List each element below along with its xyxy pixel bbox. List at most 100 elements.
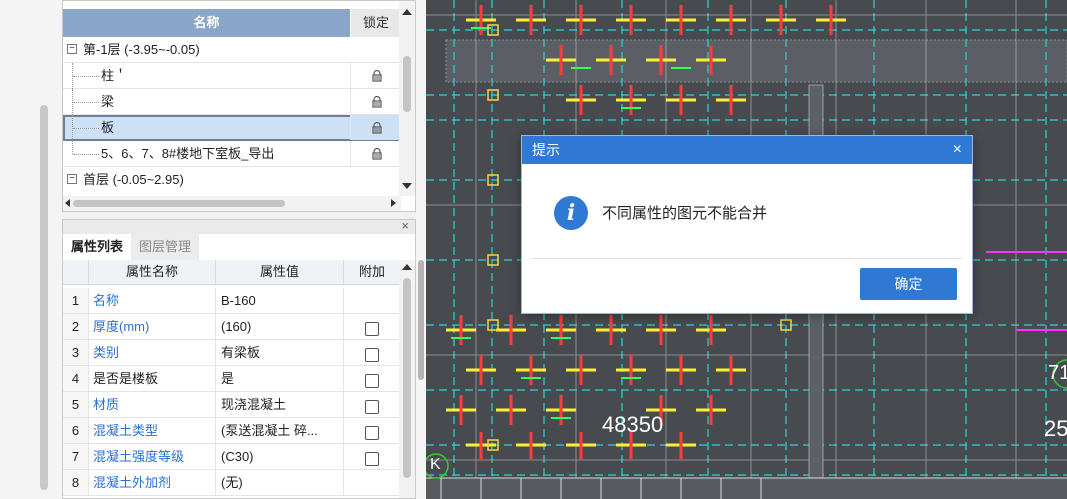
message-dialog: 提示 × i 不同属性的图元不能合并 确定: [521, 135, 973, 314]
tree-vertical-scrollbar[interactable]: [399, 1, 415, 196]
table-row[interactable]: 6 混凝土类型 (泵送混凝土 碎...: [63, 418, 401, 444]
row-number: 4: [63, 366, 89, 391]
property-value[interactable]: (无): [216, 470, 344, 495]
scroll-right-icon[interactable]: [391, 199, 396, 207]
scroll-thumb[interactable]: [403, 278, 411, 478]
table-row[interactable]: 3 类别 有梁板: [63, 340, 401, 366]
lock-icon: [371, 95, 382, 108]
panel-splitter[interactable]: [416, 0, 426, 499]
property-value[interactable]: 有梁板: [216, 340, 344, 365]
axis-label: K: [430, 456, 441, 473]
property-value[interactable]: B-160: [216, 288, 344, 313]
tree-row-column[interactable]: 柱＇: [63, 63, 401, 89]
extra-checkbox[interactable]: [365, 348, 379, 362]
scroll-thumb[interactable]: [73, 200, 285, 207]
property-name: 是否是楼板: [89, 366, 216, 391]
tree-row-label: 板: [101, 120, 115, 135]
row-number: 8: [63, 470, 89, 495]
tree-row-exported-slab[interactable]: 5、6、7、8#楼地下室板_导出: [63, 141, 401, 167]
column-header-property-value[interactable]: 属性值: [216, 260, 344, 284]
extra-checkbox[interactable]: [365, 426, 379, 440]
tab-property-list[interactable]: 属性列表: [63, 234, 132, 260]
property-name: 混凝土强度等级: [89, 444, 216, 469]
layer-tree-header: 名称 锁定: [63, 9, 401, 37]
property-grid-header: 属性名称 属性值 附加: [63, 260, 401, 285]
extra-checkbox[interactable]: [365, 400, 379, 414]
scroll-up-icon[interactable]: [402, 264, 412, 270]
lock-toggle[interactable]: [350, 63, 402, 88]
property-name: 名称: [89, 288, 216, 313]
table-row[interactable]: 8 混凝土外加剂 (无): [63, 470, 401, 496]
dialog-divider: [532, 258, 962, 259]
property-value[interactable]: (C30): [216, 444, 344, 469]
tree-row-floor-b1[interactable]: − 第-1层 (-3.95~-0.05): [63, 37, 401, 63]
extra-checkbox[interactable]: [365, 374, 379, 388]
extra-checkbox[interactable]: [365, 452, 379, 466]
property-panel: × 属性列表 图层管理 属性名称 属性值 附加 1 名称 B-160 2 厚度(…: [62, 219, 416, 499]
layer-tree-panel: 名称 锁定 − 第-1层 (-3.95~-0.05) 柱＇ 梁 板 5、6、7、…: [62, 0, 416, 212]
dialog-title: 提示: [532, 142, 560, 158]
tree-row-slab[interactable]: 板: [63, 115, 402, 141]
table-row[interactable]: 1 名称 B-160: [63, 288, 401, 314]
column-header-extra[interactable]: 附加: [344, 260, 401, 284]
lock-toggle[interactable]: [350, 141, 402, 166]
table-row[interactable]: 4 是否是楼板 是: [63, 366, 401, 392]
axis-label: 25: [1044, 416, 1067, 441]
row-number: 3: [63, 340, 89, 365]
close-icon[interactable]: ×: [401, 220, 409, 233]
extra-cell: [344, 470, 401, 495]
property-tabs: 属性列表 图层管理: [63, 234, 200, 260]
tree-row-label: 梁: [101, 94, 115, 109]
property-name: 类别: [89, 340, 216, 365]
tree-row-label: 第-1层 (-3.95~-0.05): [83, 42, 200, 57]
lock-toggle[interactable]: [350, 89, 402, 114]
property-value[interactable]: (160): [216, 314, 344, 339]
left-scrollbar[interactable]: [40, 105, 48, 490]
table-row[interactable]: 2 厚度(mm) (160): [63, 314, 401, 340]
tree-row-floor-1[interactable]: − 首层 (-0.05~2.95): [63, 167, 401, 193]
row-number: 7: [63, 444, 89, 469]
dimension-label: 48350: [602, 412, 664, 437]
lock-icon: [371, 69, 382, 82]
ok-button[interactable]: 确定: [860, 268, 957, 300]
property-name: 混凝土类型: [89, 418, 216, 443]
property-name: 厚度(mm): [89, 314, 216, 339]
extra-checkbox[interactable]: [365, 322, 379, 336]
property-value[interactable]: (泵送混凝土 碎...: [216, 418, 344, 443]
lock-toggle[interactable]: [350, 115, 402, 140]
dialog-title-bar[interactable]: 提示 ×: [522, 136, 972, 164]
close-icon[interactable]: ×: [953, 136, 962, 164]
extra-cell: [344, 288, 401, 313]
property-vertical-scrollbar[interactable]: [399, 260, 415, 498]
lock-icon: [371, 147, 382, 160]
column-header-property-name[interactable]: 属性名称: [89, 260, 216, 284]
column-header-lock[interactable]: 锁定: [351, 9, 401, 37]
property-value[interactable]: 是: [216, 366, 344, 391]
row-number: 2: [63, 314, 89, 339]
collapse-icon[interactable]: −: [67, 174, 77, 184]
tree-horizontal-scrollbar[interactable]: [63, 196, 401, 211]
table-row[interactable]: 5 材质 现浇混凝土: [63, 392, 401, 418]
property-name: 混凝土外加剂: [89, 470, 216, 495]
row-number: 5: [63, 392, 89, 417]
tree-row-beam[interactable]: 梁: [63, 89, 401, 115]
panel-title-bar: ×: [63, 220, 415, 234]
scroll-up-icon[interactable]: [402, 9, 412, 15]
left-edge-strip: [0, 0, 62, 499]
tree-row-label: 柱＇: [101, 68, 128, 83]
dialog-message: 不同属性的图元不能合并: [602, 205, 768, 222]
row-number: 6: [63, 418, 89, 443]
tree-row-label: 5、6、7、8#楼地下室板_导出: [101, 146, 275, 161]
collapse-icon[interactable]: −: [67, 44, 77, 54]
scroll-left-icon[interactable]: [65, 199, 70, 207]
axis-label: 71: [1048, 362, 1067, 384]
scroll-down-icon[interactable]: [402, 183, 412, 189]
info-icon: i: [554, 196, 588, 230]
scroll-thumb[interactable]: [403, 56, 411, 112]
tab-layer-management[interactable]: 图层管理: [131, 234, 200, 260]
column-header-name[interactable]: 名称: [63, 9, 351, 37]
lock-icon: [371, 121, 382, 134]
table-row[interactable]: 7 混凝土强度等级 (C30): [63, 444, 401, 470]
property-value[interactable]: 现浇混凝土: [216, 392, 344, 417]
splitter-handle[interactable]: [418, 260, 424, 380]
